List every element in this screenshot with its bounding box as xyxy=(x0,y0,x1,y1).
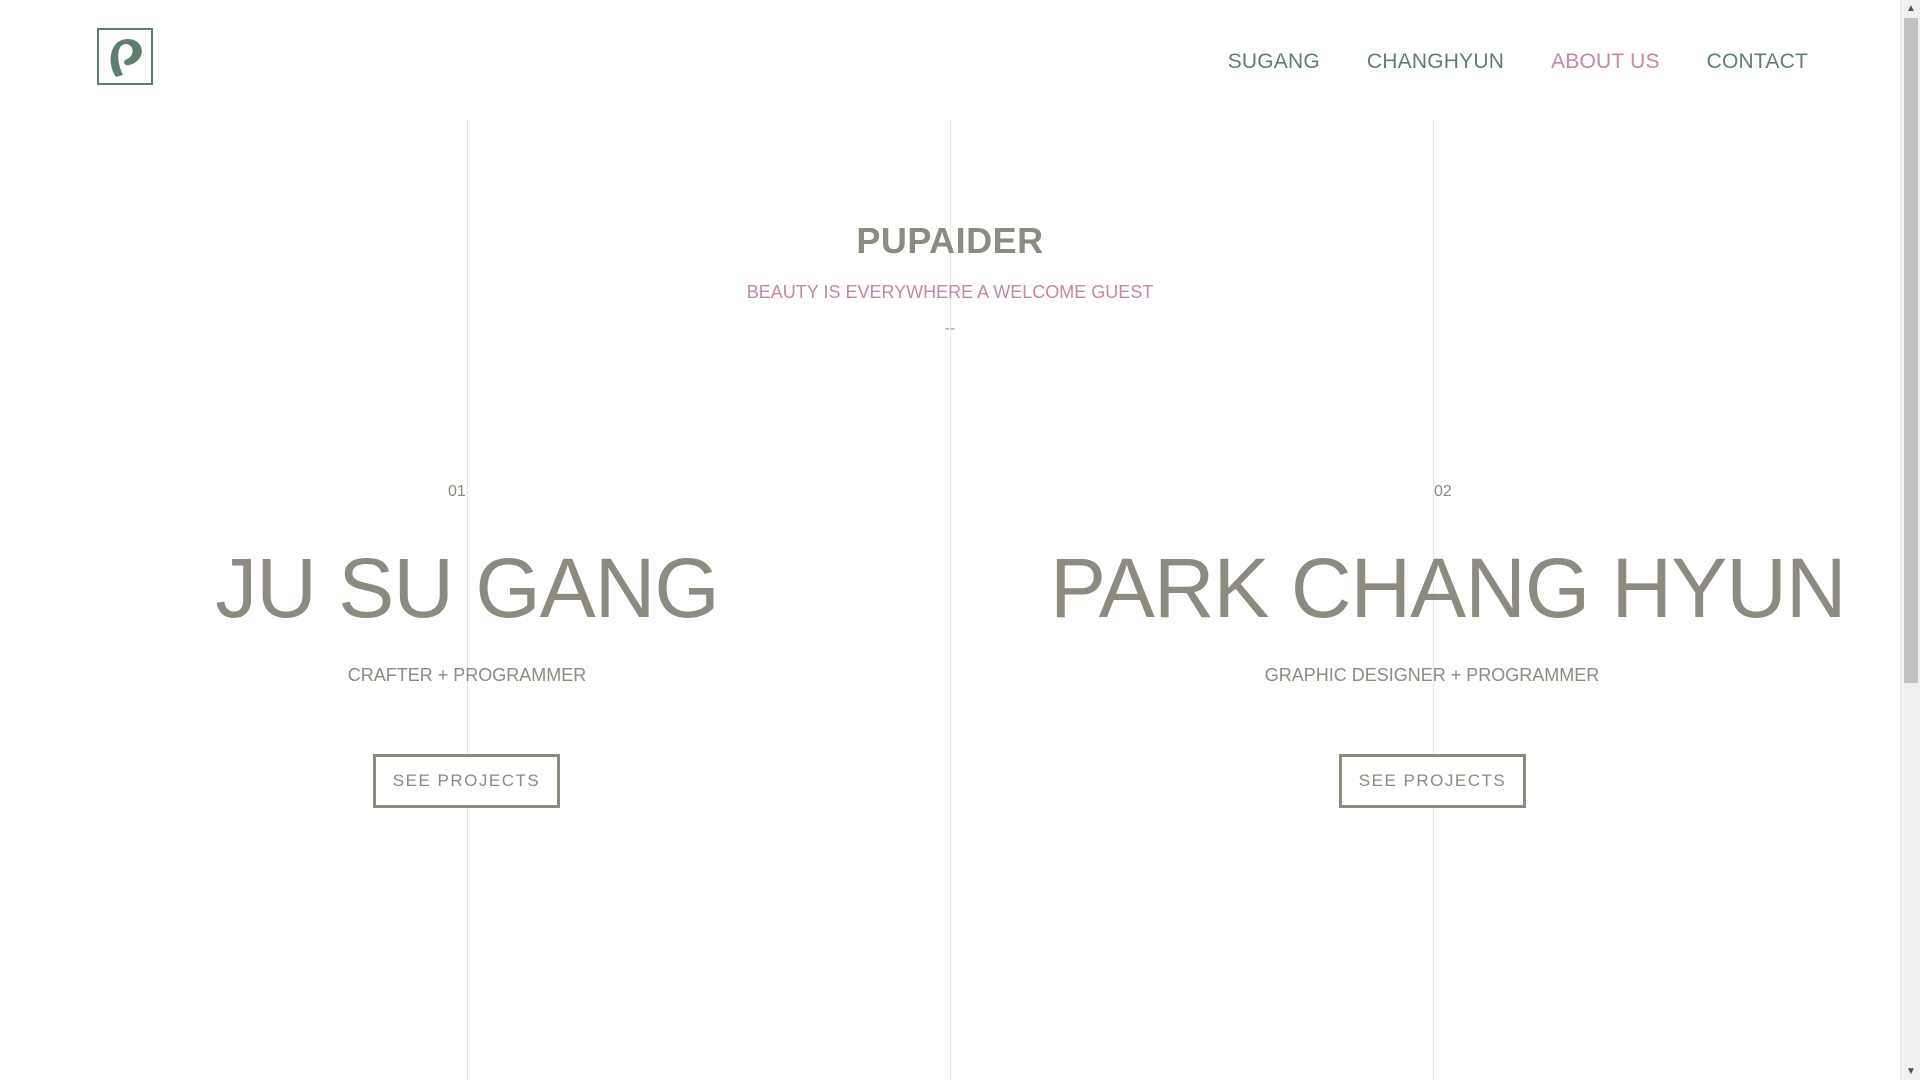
guide-line xyxy=(950,120,951,1080)
scrollbar-thumb[interactable] xyxy=(1904,18,1918,683)
main-nav: SUGANG CHANGHYUN ABOUT US CONTACT xyxy=(1228,50,1808,74)
nav-item-contact[interactable]: CONTACT xyxy=(1707,50,1808,74)
page: SUGANG CHANGHYUN ABOUT US CONTACT PUPAID… xyxy=(0,0,1920,1080)
nav-item-about-us[interactable]: ABOUT US xyxy=(1551,50,1660,74)
nav-item-sugang[interactable]: SUGANG xyxy=(1228,50,1320,74)
leaf-p-logo-icon xyxy=(110,38,142,77)
hero-subtitle: BEAUTY IS EVERYWHERE A WELCOME GUEST xyxy=(746,282,1154,302)
hero-divider: -- xyxy=(944,320,956,337)
see-projects-button[interactable]: SEE PROJECTS xyxy=(1339,754,1526,808)
vertical-scrollbar[interactable]: ▲ ▼ xyxy=(1900,0,1920,1080)
profile-name: JU SU GANG xyxy=(215,541,719,635)
profile-name: PARK CHANG HYUN xyxy=(1050,541,1847,635)
profile-role: CRAFTER + PROGRAMMER xyxy=(347,665,587,685)
see-projects-button[interactable]: SEE PROJECTS xyxy=(373,754,560,808)
profile-number: 02 xyxy=(1434,483,1452,500)
hero-title: PUPAIDER xyxy=(856,220,1044,261)
profile-number: 01 xyxy=(448,483,466,500)
profile-role: GRAPHIC DESIGNER + PROGRAMMER xyxy=(1264,665,1600,685)
scroll-down-arrow-icon[interactable]: ▼ xyxy=(1901,1063,1920,1080)
nav-item-changhyun[interactable]: CHANGHYUN xyxy=(1367,50,1504,74)
scroll-up-arrow-icon[interactable]: ▲ xyxy=(1901,0,1920,17)
site-logo[interactable] xyxy=(97,28,153,85)
